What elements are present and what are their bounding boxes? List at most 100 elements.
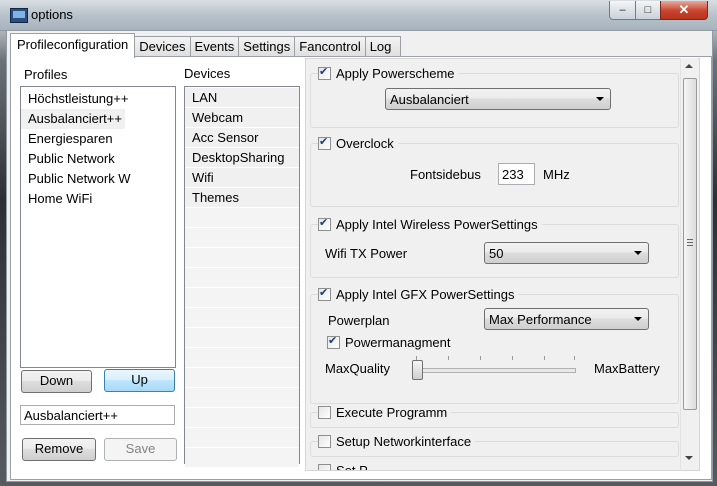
list-item[interactable]: Home WiFi [21,189,175,209]
close-button[interactable]: ✕ [660,1,708,20]
list-item[interactable]: Höchstleistung++ [21,89,175,109]
group-overclock [310,143,679,207]
grip-line [687,242,693,243]
checkbox-icon [318,286,331,301]
powermode-slider-thumb[interactable] [412,360,423,380]
maximize-icon: □ [644,4,652,16]
fsb-input[interactable]: 233 [498,163,535,185]
profiles-label: Profiles [24,67,68,82]
save-button[interactable]: Save [104,438,177,461]
empty-row [185,388,299,408]
devices-list[interactable]: LAN Webcam Acc Sensor DesktopSharing Wif… [184,86,300,468]
network-label: Setup Networkinterface [336,434,472,449]
empty-row [185,408,299,428]
checkbox-icon [318,464,331,470]
tx-power-value: 50 [489,246,504,261]
partial-label: Set P [336,463,368,471]
profiles-list[interactable]: Höchstleistung++ Ausbalanciert++ Energie… [20,86,176,368]
checkbox-icon [318,216,331,231]
settings-scrollbar[interactable] [680,58,698,469]
chevron-down-icon [634,317,642,321]
chevron-down-icon [634,251,642,255]
fsb-unit: MHz [543,167,570,182]
powerscheme-select[interactable]: Ausbalanciert [385,88,611,110]
slider-tick [448,356,449,360]
fsb-label: Fontsidebus [410,167,481,182]
powerplan-label: Powerplan [328,313,390,328]
powerscheme-label: Apply Powerscheme [336,66,455,81]
tab-profileconfiguration[interactable]: Profileconfiguration [10,33,136,58]
wireless-label: Apply Intel Wireless PowerSettings [336,217,538,232]
profile-name-field[interactable]: Ausbalanciert++ [20,405,175,425]
powerplan-value: Max Performance [489,312,592,327]
powerplan-select[interactable]: Max Performance [484,308,649,330]
remove-button[interactable]: Remove [22,438,96,461]
grip-line [687,239,693,240]
list-item[interactable]: Wifi [185,168,299,188]
overclock-checkbox[interactable]: Overclock [318,135,398,151]
list-item[interactable]: DesktopSharing [185,148,299,168]
slider-tick [512,356,513,360]
minimize-icon: – [619,4,626,16]
list-item[interactable]: Energiesparen [21,129,175,149]
gfx-checkbox[interactable]: Apply Intel GFX PowerSettings [318,286,519,302]
empty-row [185,268,299,288]
wireless-checkbox[interactable]: Apply Intel Wireless PowerSettings [318,216,542,232]
checkbox-icon [327,334,340,349]
tx-power-select[interactable]: 50 [484,242,649,264]
empty-row [185,208,299,228]
tab-fancontrol[interactable]: Fancontrol [294,36,366,57]
up-button[interactable]: Up [104,369,175,392]
empty-row [185,348,299,368]
tab-devices[interactable]: Devices [134,36,191,57]
checkbox-icon [318,435,331,448]
minimize-button[interactable]: – [609,1,636,20]
tab-settings[interactable]: Settings [238,36,296,57]
partial-checkbox[interactable]: Set P [318,463,372,471]
list-item[interactable]: Themes [185,188,299,208]
chevron-down-icon [596,97,604,101]
powermanagment-checkbox[interactable]: Powermanagment [327,334,455,350]
tx-power-label: Wifi TX Power [325,246,408,261]
powerscheme-checkbox[interactable]: Apply Powerscheme [318,65,459,81]
list-item[interactable]: LAN [185,88,299,108]
empty-row [185,328,299,348]
window-title: options [31,7,73,22]
empty-row [185,428,299,448]
down-button[interactable]: Down [21,370,92,393]
list-item[interactable]: Ausbalanciert++ [21,109,125,129]
list-item[interactable]: Webcam [185,108,299,128]
powermanagment-label: Powermanagment [345,335,451,350]
settings-pane: Apply Powerscheme Ausbalanciert Overcloc… [305,58,700,471]
close-icon: ✕ [678,2,690,17]
checkbox-icon [318,135,331,150]
empty-row [185,368,299,388]
slider-tick [544,356,545,360]
slider-tick [574,356,575,360]
slider-tick [480,356,481,360]
title-bar[interactable]: options – □ ✕ [0,0,717,31]
checkbox-icon [318,406,331,419]
overclock-label: Overclock [336,136,394,151]
tab-bar: Profileconfiguration Devices Events Sett… [10,33,401,58]
powerscheme-value: Ausbalanciert [390,92,469,107]
scrollbar-thumb[interactable] [683,78,697,410]
powermode-slider-track[interactable] [412,368,576,373]
execute-label: Execute Programm [336,405,448,420]
execute-checkbox[interactable]: Execute Programm [318,405,452,420]
scroll-up-arrow-icon[interactable] [685,64,693,68]
devices-label: Devices [184,66,231,81]
gfx-label: Apply Intel GFX PowerSettings [336,287,515,302]
tab-log[interactable]: Log [364,36,401,57]
list-item[interactable]: Public Network W [21,169,175,189]
maximize-button[interactable]: □ [635,1,661,20]
tab-events[interactable]: Events [189,36,240,57]
checkbox-icon [318,65,331,80]
app-icon [10,8,28,23]
empty-row [185,228,299,248]
list-item[interactable]: Public Network [21,149,175,169]
network-checkbox[interactable]: Setup Networkinterface [318,434,476,449]
empty-row [185,308,299,328]
list-item[interactable]: Acc Sensor [185,128,299,148]
scroll-down-arrow-icon[interactable] [685,456,693,460]
